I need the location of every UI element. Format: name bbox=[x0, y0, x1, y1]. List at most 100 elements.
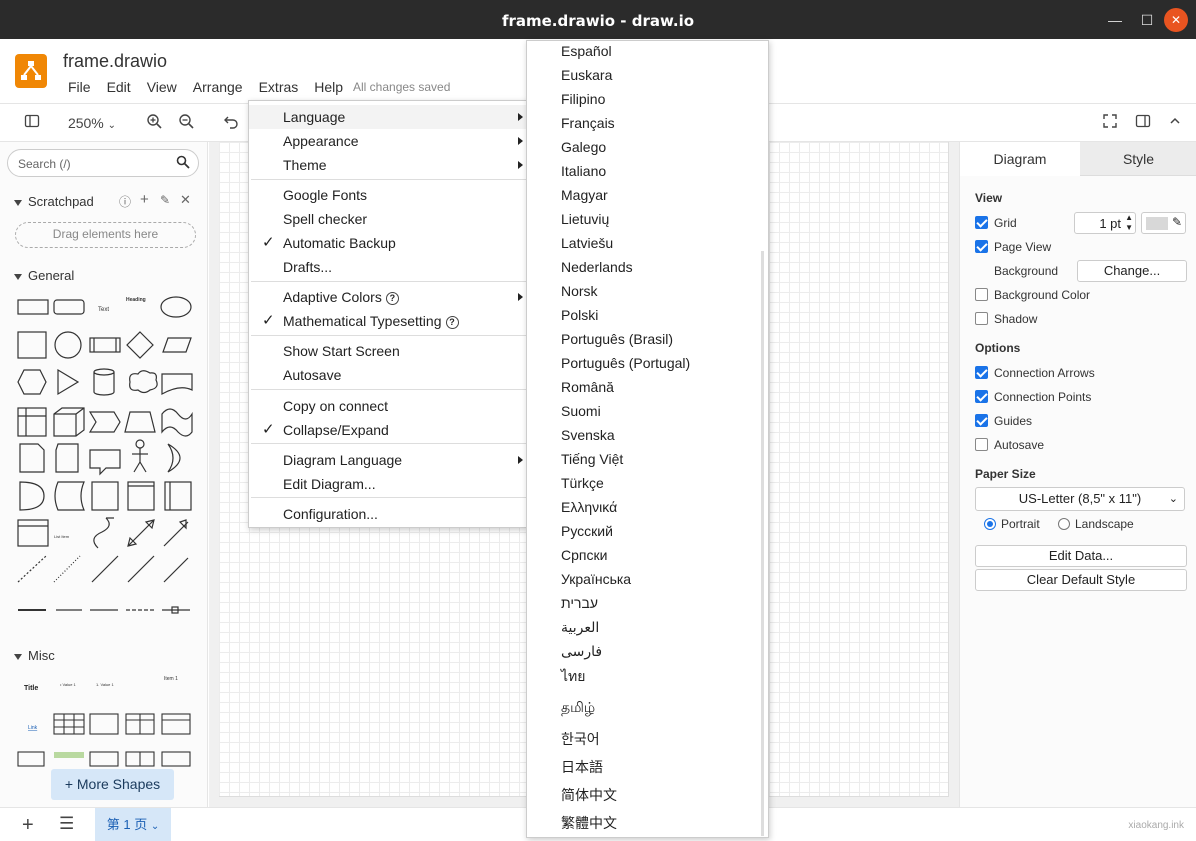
menu-item-adaptive-colors[interactable]: Adaptive Colors? bbox=[249, 285, 529, 309]
format-panel-toggle-icon[interactable] bbox=[1133, 113, 1153, 133]
clear-default-style-button[interactable]: Clear Default Style bbox=[975, 569, 1187, 591]
language-item[interactable]: Galego bbox=[561, 137, 606, 157]
menu-extras[interactable]: Extras bbox=[251, 78, 307, 96]
grid-color-picker[interactable]: ✎ bbox=[1141, 212, 1186, 234]
edit-pencil-icon[interactable]: ✎ bbox=[160, 193, 170, 207]
language-item[interactable]: Latviešu bbox=[561, 233, 613, 253]
menu-item-language[interactable]: Language bbox=[249, 105, 529, 129]
zoom-dropdown[interactable]: 250% ⌄ bbox=[62, 113, 122, 133]
add-page-icon[interactable]: + bbox=[22, 814, 34, 837]
menu-arrange[interactable]: Arrange bbox=[185, 78, 251, 96]
background-color-checkbox[interactable] bbox=[975, 288, 988, 301]
landscape-radio[interactable] bbox=[1058, 518, 1070, 530]
menu-item-automatic-backup[interactable]: ✓ Automatic Backup bbox=[249, 231, 529, 255]
help-icon[interactable]: ? bbox=[385, 292, 399, 305]
connection-arrows-option[interactable]: Connection Arrows bbox=[975, 366, 1095, 380]
scratchpad-header[interactable]: Scratchpad bbox=[14, 194, 94, 209]
language-item[interactable]: ไทย bbox=[561, 666, 585, 686]
eyedropper-icon[interactable]: ✎ bbox=[1172, 215, 1182, 229]
grid-option[interactable]: Grid bbox=[975, 216, 1017, 230]
language-item[interactable]: Português (Brasil) bbox=[561, 329, 673, 349]
language-item[interactable]: Polski bbox=[561, 305, 598, 325]
language-item[interactable]: Français bbox=[561, 113, 615, 133]
menu-view[interactable]: View bbox=[139, 78, 185, 96]
language-item[interactable]: Euskara bbox=[561, 65, 612, 85]
scratchpad-drop-zone[interactable]: Drag elements here bbox=[15, 222, 196, 248]
general-header[interactable]: General bbox=[14, 268, 74, 283]
language-item[interactable]: Magyar bbox=[561, 185, 608, 205]
menu-item-configuration[interactable]: Configuration... bbox=[249, 502, 529, 526]
menu-item-edit-diagram[interactable]: Edit Diagram... bbox=[249, 472, 529, 496]
menu-item-copy-on-connect[interactable]: Copy on connect bbox=[249, 394, 529, 418]
language-item[interactable]: Српски bbox=[561, 545, 607, 565]
language-item[interactable]: Русский bbox=[561, 521, 613, 541]
maximize-icon[interactable]: ☐ bbox=[1135, 8, 1159, 32]
grid-size-stepper[interactable]: 1 pt ▲ ▼ bbox=[1074, 212, 1136, 234]
menu-item-spell-checker[interactable]: Spell checker bbox=[249, 207, 529, 231]
misc-header[interactable]: Misc bbox=[14, 648, 55, 663]
language-item[interactable]: Svenska bbox=[561, 425, 615, 445]
language-item[interactable]: Tiếng Việt bbox=[561, 449, 623, 469]
undo-icon[interactable] bbox=[221, 113, 241, 133]
menu-edit[interactable]: Edit bbox=[99, 78, 139, 96]
landscape-option[interactable]: Landscape bbox=[1058, 517, 1134, 531]
paper-size-select[interactable]: US-Letter (8,5" x 11") ⌄ bbox=[975, 487, 1185, 511]
autosave-checkbox[interactable] bbox=[975, 438, 988, 451]
language-submenu-scrollbar[interactable] bbox=[761, 251, 764, 836]
language-item[interactable]: العربية bbox=[561, 617, 599, 637]
zoom-in-icon[interactable] bbox=[144, 113, 164, 133]
change-background-button[interactable]: Change... bbox=[1077, 260, 1187, 282]
shadow-option[interactable]: Shadow bbox=[975, 312, 1037, 326]
sidebar-toggle-icon[interactable] bbox=[22, 113, 42, 133]
portrait-option[interactable]: Portrait bbox=[984, 517, 1040, 531]
language-item[interactable]: Norsk bbox=[561, 281, 598, 301]
zoom-out-icon[interactable] bbox=[176, 113, 196, 133]
language-item[interactable]: Español bbox=[561, 41, 612, 61]
add-icon[interactable]: + bbox=[140, 191, 149, 208]
language-item[interactable]: Українська bbox=[561, 569, 631, 589]
grid-checkbox[interactable] bbox=[975, 216, 988, 229]
help-icon[interactable]: ⓘ bbox=[119, 193, 131, 210]
stepper-arrows-icon[interactable]: ▲ ▼ bbox=[1125, 213, 1133, 233]
collapse-chevron-up-icon[interactable] bbox=[1165, 113, 1185, 133]
menu-item-google-fonts[interactable]: Google Fonts bbox=[249, 183, 529, 207]
language-item[interactable]: Nederlands bbox=[561, 257, 633, 277]
edit-data-button[interactable]: Edit Data... bbox=[975, 545, 1187, 567]
language-item[interactable]: Português (Portugal) bbox=[561, 353, 690, 373]
misc-shapes-palette[interactable]: Title • Value 1 1. Value 1 Item 1 Link bbox=[10, 674, 200, 774]
language-item[interactable]: Türkçe bbox=[561, 473, 604, 493]
language-item[interactable]: עברית bbox=[561, 593, 598, 613]
search-box[interactable] bbox=[7, 149, 199, 177]
guides-option[interactable]: Guides bbox=[975, 414, 1032, 428]
menu-item-theme[interactable]: Theme bbox=[249, 153, 529, 177]
minimize-icon[interactable]: — bbox=[1103, 8, 1127, 32]
language-item[interactable]: Italiano bbox=[561, 161, 606, 181]
menu-item-mathematical-typesetting[interactable]: ✓ Mathematical Typesetting? bbox=[249, 309, 529, 333]
menu-item-collapse-expand[interactable]: ✓ Collapse/Expand bbox=[249, 418, 529, 442]
close-icon[interactable]: ✕ bbox=[180, 192, 191, 208]
menu-item-appearance[interactable]: Appearance bbox=[249, 129, 529, 153]
page-tab-1[interactable]: 第 1 页 ⌄ bbox=[95, 808, 171, 841]
menu-item-show-start-screen[interactable]: Show Start Screen bbox=[249, 339, 529, 363]
page-view-checkbox[interactable] bbox=[975, 240, 988, 253]
language-item[interactable]: 简体中文 bbox=[561, 785, 617, 805]
tab-diagram[interactable]: Diagram bbox=[960, 142, 1080, 176]
language-item[interactable]: Filipino bbox=[561, 89, 605, 109]
language-item[interactable]: Suomi bbox=[561, 401, 601, 421]
connection-arrows-checkbox[interactable] bbox=[975, 366, 988, 379]
menu-item-autosave[interactable]: Autosave bbox=[249, 363, 529, 387]
pages-menu-icon[interactable]: ☰ bbox=[59, 814, 74, 834]
autosave-option[interactable]: Autosave bbox=[975, 438, 1044, 452]
shadow-checkbox[interactable] bbox=[975, 312, 988, 325]
menu-help[interactable]: Help bbox=[306, 78, 351, 96]
fullscreen-icon[interactable] bbox=[1100, 113, 1120, 133]
background-color-option[interactable]: Background Color bbox=[975, 288, 1090, 302]
tab-style[interactable]: Style bbox=[1080, 142, 1196, 176]
more-shapes-button[interactable]: + More Shapes bbox=[51, 769, 174, 800]
language-item[interactable]: தமிழ் bbox=[561, 697, 595, 717]
menu-file[interactable]: File bbox=[60, 78, 99, 96]
close-window-icon[interactable]: ✕ bbox=[1164, 8, 1188, 32]
language-item[interactable]: 繁體中文 bbox=[561, 813, 617, 833]
connection-points-option[interactable]: Connection Points bbox=[975, 390, 1091, 404]
general-shapes-palette[interactable]: Text Heading List Item bbox=[10, 290, 200, 620]
